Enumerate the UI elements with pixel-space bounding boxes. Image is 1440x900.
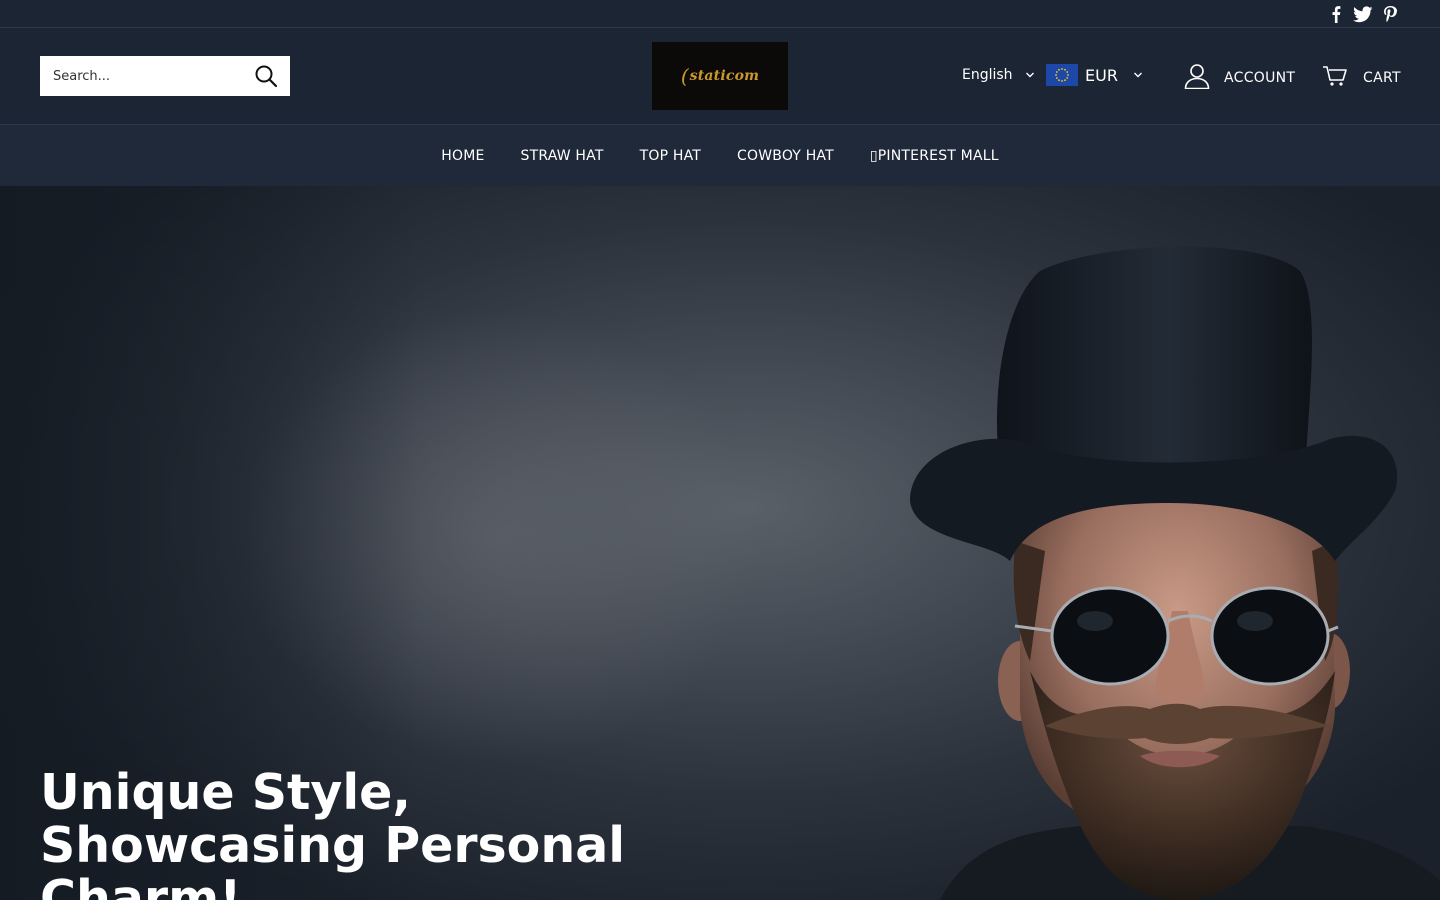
site-logo[interactable]: ( staticom <box>652 42 788 110</box>
social-bar <box>0 0 1440 28</box>
hero-banner: Unique Style, Showcasing Personal Charm! <box>0 186 1440 900</box>
chevron-down-icon <box>1125 70 1143 80</box>
social-links <box>1328 5 1398 23</box>
eu-flag-icon <box>1046 64 1078 86</box>
site-header: ( staticom English EUR ACC <box>0 29 1440 124</box>
main-nav: HOME STRAW HAT TOP HAT COWBOY HAT ▯PINTE… <box>0 124 1440 186</box>
search-form <box>40 56 290 96</box>
account-link[interactable]: ACCOUNT <box>1184 63 1295 93</box>
nav-item-pinterest-mall-label: PINTEREST MALL <box>877 147 999 164</box>
language-label: English <box>962 67 1013 83</box>
logo-text: staticom <box>689 68 760 84</box>
nav-item-top-hat[interactable]: TOP HAT <box>640 148 701 164</box>
nav-item-pinterest-mall[interactable]: ▯PINTEREST MALL <box>870 148 999 164</box>
facebook-icon[interactable] <box>1328 5 1344 23</box>
account-label: ACCOUNT <box>1224 70 1296 86</box>
logo-swoosh: ( <box>680 64 689 88</box>
language-selector[interactable]: English <box>962 67 1035 83</box>
nav-item-straw-hat[interactable]: STRAW HAT <box>521 148 604 164</box>
search-icon[interactable] <box>254 64 278 88</box>
cart-label: CART <box>1363 70 1401 86</box>
chevron-down-icon <box>1025 70 1035 80</box>
hero-title: Unique Style, Showcasing Personal Charm! <box>40 764 626 900</box>
cart-icon <box>1322 65 1348 91</box>
currency-label: EUR <box>1085 65 1118 85</box>
pinterest-icon[interactable] <box>1382 5 1398 23</box>
nav-item-home[interactable]: HOME <box>441 148 484 164</box>
user-icon <box>1184 63 1210 93</box>
hero-image-man-in-top-hat <box>910 246 1440 900</box>
nav-item-cowboy-hat[interactable]: COWBOY HAT <box>737 148 834 164</box>
currency-selector[interactable]: EUR <box>1046 64 1143 86</box>
search-input[interactable] <box>40 56 245 96</box>
cart-link[interactable]: CART <box>1322 65 1401 91</box>
missing-glyph-icon: ▯ <box>869 147 878 164</box>
twitter-icon[interactable] <box>1353 5 1373 23</box>
